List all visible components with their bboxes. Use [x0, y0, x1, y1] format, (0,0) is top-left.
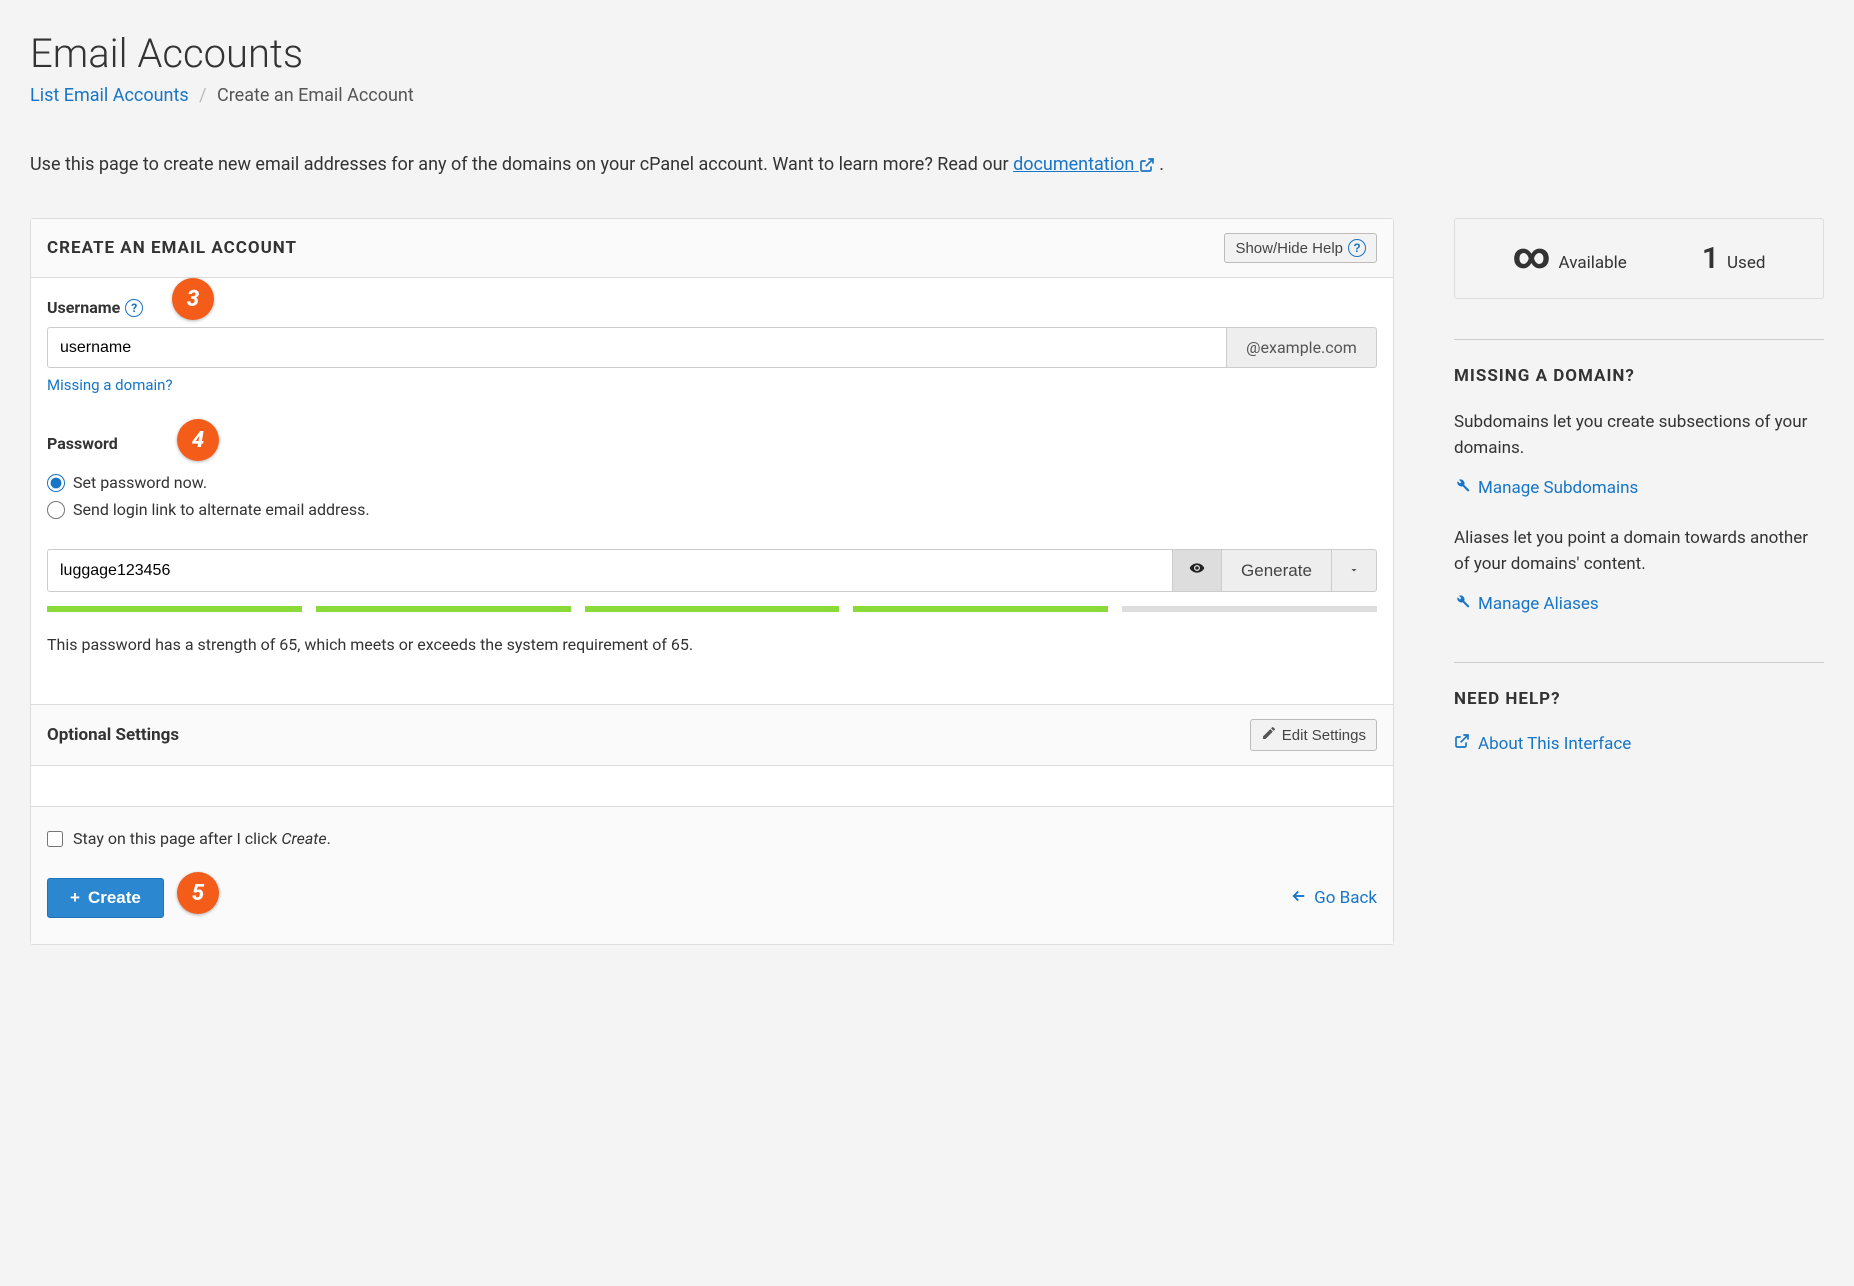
arrow-left-icon: [1290, 887, 1308, 910]
wrench-icon: [1454, 593, 1470, 614]
eye-icon: [1189, 560, 1205, 581]
email-stats-box: ∞ Available 1 Used: [1454, 218, 1824, 299]
show-hide-help-button[interactable]: Show/Hide Help ?: [1224, 233, 1377, 263]
breadcrumb-separator: /: [199, 85, 206, 106]
page-title: Email Accounts: [30, 30, 1824, 77]
send-login-link-radio[interactable]: [47, 501, 65, 519]
callout-badge-5: 5: [177, 872, 219, 914]
missing-domain-link[interactable]: Missing a domain?: [47, 376, 173, 394]
stay-on-page-checkbox[interactable]: [47, 831, 63, 847]
callout-badge-3: 3: [172, 278, 214, 320]
password-input[interactable]: [47, 549, 1173, 592]
used-label: Used: [1727, 253, 1765, 273]
go-back-link[interactable]: Go Back: [1290, 887, 1377, 910]
callout-badge-4: 4: [177, 419, 219, 461]
optional-settings-label: Optional Settings: [47, 725, 179, 745]
breadcrumb-current: Create an Email Account: [217, 85, 414, 106]
password-option-link[interactable]: Send login link to alternate email addre…: [47, 500, 1377, 519]
toggle-password-visibility-button[interactable]: [1173, 549, 1222, 592]
password-strength-meter: [47, 606, 1377, 612]
wrench-icon: [1454, 477, 1470, 498]
create-email-panel: CREATE AN EMAIL ACCOUNT Show/Hide Help ?…: [30, 218, 1394, 945]
external-link-icon: [1454, 733, 1470, 754]
external-link-icon: [1139, 154, 1155, 175]
manage-subdomains-link[interactable]: Manage Subdomains: [1454, 477, 1638, 498]
breadcrumb-list-email-accounts[interactable]: List Email Accounts: [30, 85, 189, 106]
generate-password-button[interactable]: Generate: [1222, 549, 1332, 592]
username-label: Username ?: [47, 298, 143, 317]
stay-on-page-label: Stay on this page after I click Create.: [73, 829, 331, 848]
password-label: Password: [47, 434, 118, 453]
pencil-icon: [1261, 725, 1277, 745]
subdomain-text: Subdomains let you create subsections of…: [1454, 410, 1824, 461]
set-password-now-radio[interactable]: [47, 474, 65, 492]
documentation-link[interactable]: documentation: [1013, 154, 1155, 175]
username-input[interactable]: [47, 327, 1227, 368]
available-label: Available: [1559, 253, 1627, 273]
available-value: ∞: [1513, 247, 1551, 265]
missing-domain-heading: MISSING A DOMAIN?: [1454, 366, 1824, 386]
intro-prefix: Use this page to create new email addres…: [30, 154, 1013, 175]
help-icon: ?: [125, 299, 143, 317]
intro-suffix: .: [1155, 154, 1164, 175]
help-icon: ?: [1348, 239, 1366, 257]
used-value: 1: [1702, 241, 1719, 276]
manage-aliases-link[interactable]: Manage Aliases: [1454, 593, 1599, 614]
plus-icon: +: [70, 888, 80, 908]
domain-addon: @example.com: [1227, 327, 1377, 368]
stay-on-page-row[interactable]: Stay on this page after I click Create.: [47, 829, 1377, 848]
about-interface-link[interactable]: About This Interface: [1454, 733, 1631, 754]
create-button[interactable]: + Create: [47, 878, 164, 918]
caret-down-icon: [1348, 561, 1360, 581]
edit-settings-button[interactable]: Edit Settings: [1250, 719, 1377, 751]
panel-title: CREATE AN EMAIL ACCOUNT: [47, 238, 297, 258]
need-help-heading: NEED HELP?: [1454, 689, 1824, 709]
password-strength-text: This password has a strength of 65, whic…: [47, 634, 1377, 656]
password-option-now[interactable]: Set password now.: [47, 473, 1377, 492]
generate-password-options-button[interactable]: [1332, 549, 1377, 592]
intro-text: Use this page to create new email addres…: [30, 151, 1824, 178]
aliases-text: Aliases let you point a domain towards a…: [1454, 526, 1824, 577]
breadcrumb: List Email Accounts / Create an Email Ac…: [30, 85, 1824, 106]
